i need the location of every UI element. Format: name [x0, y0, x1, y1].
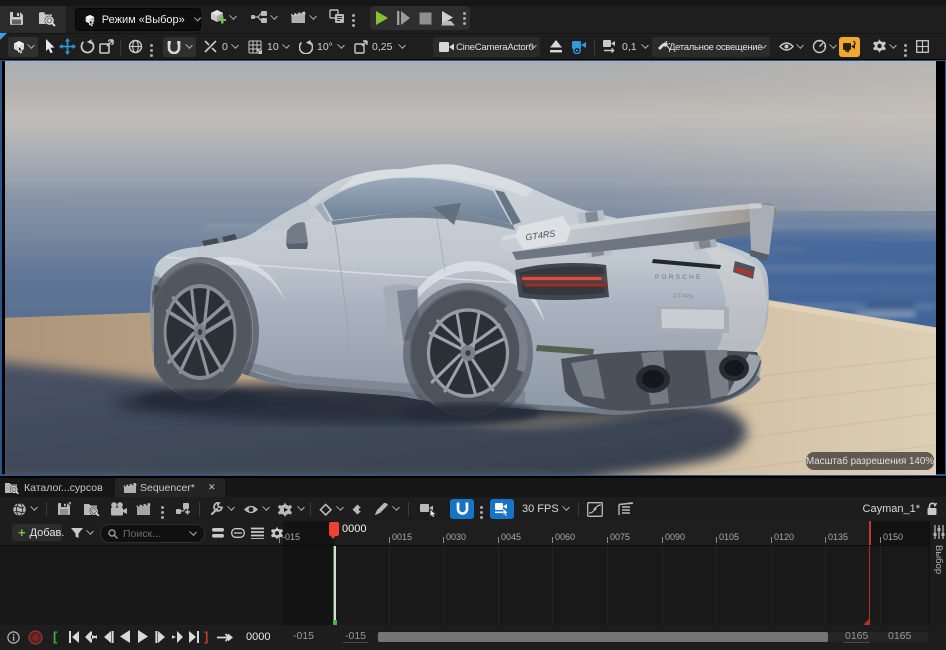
svg-text:PORSCHE: PORSCHE	[655, 274, 703, 281]
